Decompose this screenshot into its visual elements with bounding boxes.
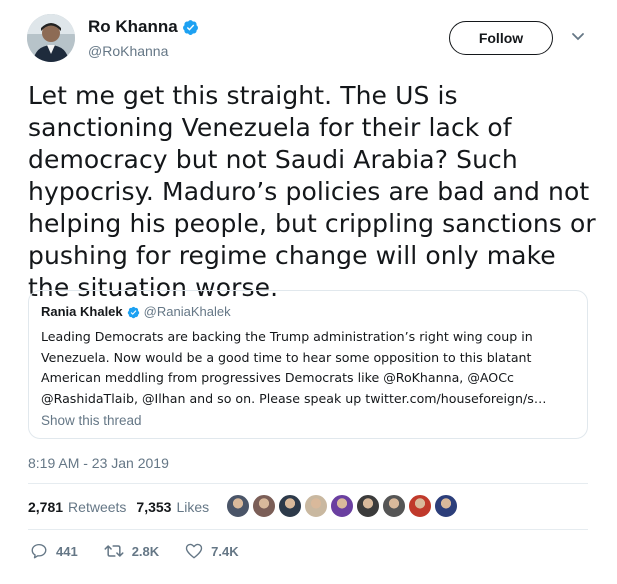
retweet-icon [104,545,124,557]
quoted-tweet-header: Rania Khalek @RaniaKhalek [41,304,575,320]
liker-avatar[interactable] [356,494,380,518]
quoted-tweet[interactable]: Rania Khalek @RaniaKhalek Leading Democr… [28,290,588,439]
reply-action[interactable]: 441 [30,542,78,560]
action-bar: 441 2.8K 7.4K [30,542,265,560]
heart-icon [185,543,203,559]
tweet-text: Let me get this straight. The US is sanc… [28,81,596,302]
likes-count[interactable]: 7,353 [136,499,171,515]
divider [28,483,588,484]
likes-label[interactable]: Likes [176,499,209,515]
liker-avatar[interactable] [278,494,302,518]
reply-count: 441 [56,543,78,559]
author-info: Ro Khanna @RoKhanna [88,16,199,61]
retweet-action[interactable]: 2.8K [104,542,159,560]
liker-avatar[interactable] [330,494,354,518]
retweets-count[interactable]: 2,781 [28,499,63,515]
verified-badge-icon [182,19,198,35]
chevron-down-icon[interactable] [571,32,585,42]
reply-icon [31,543,47,559]
liker-avatar[interactable] [252,494,276,518]
retweets-label[interactable]: Retweets [68,499,126,515]
author-avatar[interactable] [27,14,75,62]
liker-avatar[interactable] [226,494,250,518]
retweet-count: 2.8K [131,543,160,559]
liker-avatar[interactable] [382,494,406,518]
divider [28,529,588,530]
quoted-tweet-text: Leading Democrats are backing the Trump … [41,329,547,406]
quoted-author-handle: @RaniaKhalek [143,304,231,319]
liker-avatars [226,494,460,518]
like-action[interactable]: 7.4K [185,542,239,560]
liker-avatar[interactable] [434,494,458,518]
like-count: 7.4K [211,543,239,559]
tweet-card: Ro Khanna @RoKhanna Follow Let me get th… [0,0,617,584]
quoted-author-name: Rania Khalek [41,304,123,319]
follow-button[interactable]: Follow [449,21,553,55]
author-handle[interactable]: @RoKhanna [88,41,199,61]
engagement-stats: 2,781 Retweets 7,353 Likes [28,494,219,520]
liker-avatar[interactable] [304,494,328,518]
author-display-name[interactable]: Ro Khanna [88,16,178,38]
tweet-timestamp[interactable]: 8:19 AM - 23 Jan 2019 [28,455,169,471]
verified-badge-icon [127,306,139,318]
show-thread-link[interactable]: Show this thread [41,413,575,428]
author-name-row[interactable]: Ro Khanna [88,16,199,38]
liker-avatar[interactable] [408,494,432,518]
